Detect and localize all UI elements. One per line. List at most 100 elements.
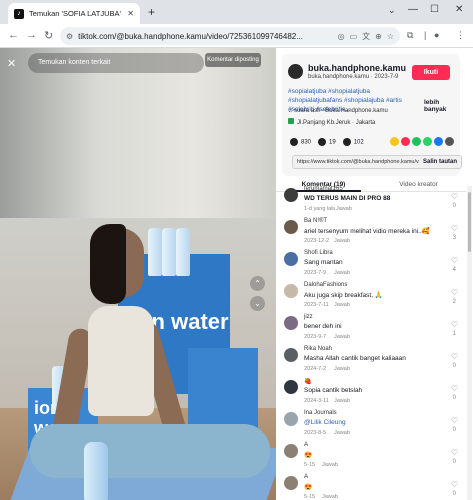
heart-icon[interactable]: ♡ xyxy=(451,256,458,265)
heart-icon[interactable]: ♡ xyxy=(451,352,458,361)
comment-date: 5-15 xyxy=(304,462,316,468)
water-bottle xyxy=(84,442,108,500)
heart-icon[interactable]: ♡ xyxy=(451,192,458,201)
copy-link-button[interactable]: Salin tautan xyxy=(423,159,457,165)
comment-author[interactable]: ferumamat165 xyxy=(304,186,343,192)
eye-off-icon[interactable]: ◎ xyxy=(338,32,345,41)
heart-icon[interactable]: ♡ xyxy=(451,320,458,329)
heart-icon[interactable]: ♡ xyxy=(451,480,458,489)
close-video-icon[interactable]: ✕ xyxy=(7,57,16,70)
heart-icon[interactable]: ♡ xyxy=(451,448,458,457)
profile-icon[interactable]: ● xyxy=(434,30,439,40)
avatar[interactable] xyxy=(284,220,298,234)
comment-author[interactable]: A xyxy=(304,442,308,448)
comment-icon xyxy=(318,138,327,146)
related-search-input[interactable]: Temukan konten terkait xyxy=(28,53,204,73)
heart-icon[interactable]: ♡ xyxy=(451,416,458,425)
embed-icon[interactable] xyxy=(390,137,399,146)
follow-button[interactable]: Ikuti xyxy=(412,65,450,80)
extensions-icon[interactable]: ⧉ xyxy=(407,30,413,41)
reply-link[interactable]: Jawab xyxy=(334,238,350,244)
comment-date: 2023-12-2 xyxy=(304,238,330,244)
tab-title: Temukan 'SOFIA LATJUBA' di TikTok xyxy=(29,9,122,18)
reply-link[interactable]: Jawab xyxy=(334,366,350,372)
comment-like-count: 0 xyxy=(452,491,456,497)
share-green-icon[interactable] xyxy=(412,137,421,146)
comment-button[interactable]: 19 xyxy=(318,138,336,146)
show-more-link[interactable]: lebih banyak xyxy=(424,99,460,113)
avatar[interactable] xyxy=(284,188,298,202)
heart-icon[interactable]: ♡ xyxy=(451,384,458,393)
reply-link[interactable]: Jawab xyxy=(334,270,350,276)
bookmark-star-icon[interactable]: ☆ xyxy=(387,32,394,41)
avatar[interactable] xyxy=(284,316,298,330)
avatar[interactable] xyxy=(284,444,298,458)
comment-date: 2024-3-11 xyxy=(304,398,329,404)
reply-link[interactable]: Jawab xyxy=(334,302,350,308)
address-bar[interactable]: ⚙ tiktok.com/@buka.handphone.kamu/video/… xyxy=(60,27,400,45)
avatar[interactable] xyxy=(284,380,298,394)
share-arrow-icon[interactable] xyxy=(445,137,454,146)
browser-tab[interactable]: ♪ Temukan 'SOFIA LATJUBA' di TikTok ✕ xyxy=(8,3,140,24)
reload-icon[interactable]: ↻ xyxy=(44,29,53,42)
tab-search-icon[interactable]: ⌄ xyxy=(388,5,396,16)
whatsapp-icon[interactable] xyxy=(423,137,432,146)
comment-author[interactable]: DalohaFashions xyxy=(304,282,347,288)
location-link[interactable]: Jl.Panjang Kb.Jeruk · Jakarta xyxy=(288,118,375,126)
avatar[interactable] xyxy=(284,348,298,362)
reply-link[interactable]: Jawab xyxy=(334,430,350,436)
avatar[interactable] xyxy=(288,64,303,79)
reply-link[interactable]: Jawab xyxy=(322,462,338,468)
music-link[interactable]: ♫ suara asli - Buka.Handphone.kamu xyxy=(288,108,388,114)
person-legs xyxy=(30,424,270,478)
comment-item: A 😍 5-15 Jawab ♡ 0 xyxy=(284,442,466,472)
back-icon[interactable]: ← xyxy=(8,29,19,41)
save-button[interactable]: 102 xyxy=(342,138,364,146)
reply-link[interactable]: Jawab xyxy=(336,206,352,212)
reply-link[interactable]: Jawab xyxy=(334,398,350,404)
comment-author[interactable]: Rika Noah xyxy=(304,346,332,352)
zoom-icon[interactable]: ⊕ xyxy=(375,32,382,41)
tiktok-page: ion water ion water ✕ Temukan konten ter… xyxy=(0,48,473,500)
new-tab-button[interactable]: + xyxy=(148,5,155,19)
close-window-button[interactable]: ✕ xyxy=(455,4,463,15)
reply-link[interactable]: Jawab xyxy=(334,334,350,340)
tab-close-icon[interactable]: ✕ xyxy=(127,9,134,18)
comment-author[interactable]: Shofi Libra xyxy=(304,250,333,256)
avatar[interactable] xyxy=(284,284,298,298)
previous-video-icon[interactable]: ⌃ xyxy=(250,276,265,291)
next-video-icon[interactable]: ⌄ xyxy=(250,296,265,311)
author-username[interactable]: buka.handphone.kamu xyxy=(308,63,406,73)
avatar[interactable] xyxy=(284,412,298,426)
avatar[interactable] xyxy=(284,252,298,266)
translate-icon[interactable]: 文 xyxy=(362,31,370,42)
engagement-stats: 830 19 102 xyxy=(290,138,364,146)
post-link[interactable]: https://www.tiktok.com/@buka.handphone.k… xyxy=(297,159,419,165)
heart-icon[interactable]: ♡ xyxy=(451,288,458,297)
comment-scrollbar[interactable] xyxy=(467,186,472,500)
like-button[interactable]: 830 xyxy=(290,138,311,146)
open-in-app-icon[interactable]: ▭ xyxy=(350,32,358,41)
forward-icon[interactable]: → xyxy=(26,29,37,41)
comment-author[interactable]: Ba N!®T xyxy=(304,218,327,224)
comment-author[interactable]: 🍓 xyxy=(304,378,311,385)
video-player[interactable]: ion water ion water ✕ Temukan konten ter… xyxy=(0,48,276,500)
facebook-icon[interactable] xyxy=(434,137,443,146)
comment-author[interactable]: A xyxy=(304,474,308,480)
comment-like-count: 0 xyxy=(452,427,456,433)
minimize-button[interactable]: — xyxy=(408,4,418,15)
scrollbar-thumb[interactable] xyxy=(468,192,471,252)
url-text[interactable]: tiktok.com/@buka.handphone.kamu/video/72… xyxy=(78,32,332,41)
site-info-icon[interactable]: ⚙ xyxy=(66,32,73,41)
comment-text: Sopia cantik betslah xyxy=(304,387,363,394)
avatar[interactable] xyxy=(284,476,298,490)
browser-tab-strip: ♪ Temukan 'SOFIA LATJUBA' di TikTok ✕ + … xyxy=(0,0,473,24)
maximize-button[interactable]: ☐ xyxy=(430,4,439,15)
reply-link[interactable]: Jawab xyxy=(322,494,338,500)
comment-author[interactable]: Ina Journals xyxy=(304,410,337,416)
menu-icon[interactable]: ⋮ xyxy=(456,30,465,41)
heart-icon[interactable]: ♡ xyxy=(451,224,458,233)
comment-mention[interactable]: @Lilik Cileung xyxy=(304,419,346,426)
comment-author[interactable]: jizz xyxy=(304,314,313,320)
send-icon[interactable] xyxy=(401,137,410,146)
